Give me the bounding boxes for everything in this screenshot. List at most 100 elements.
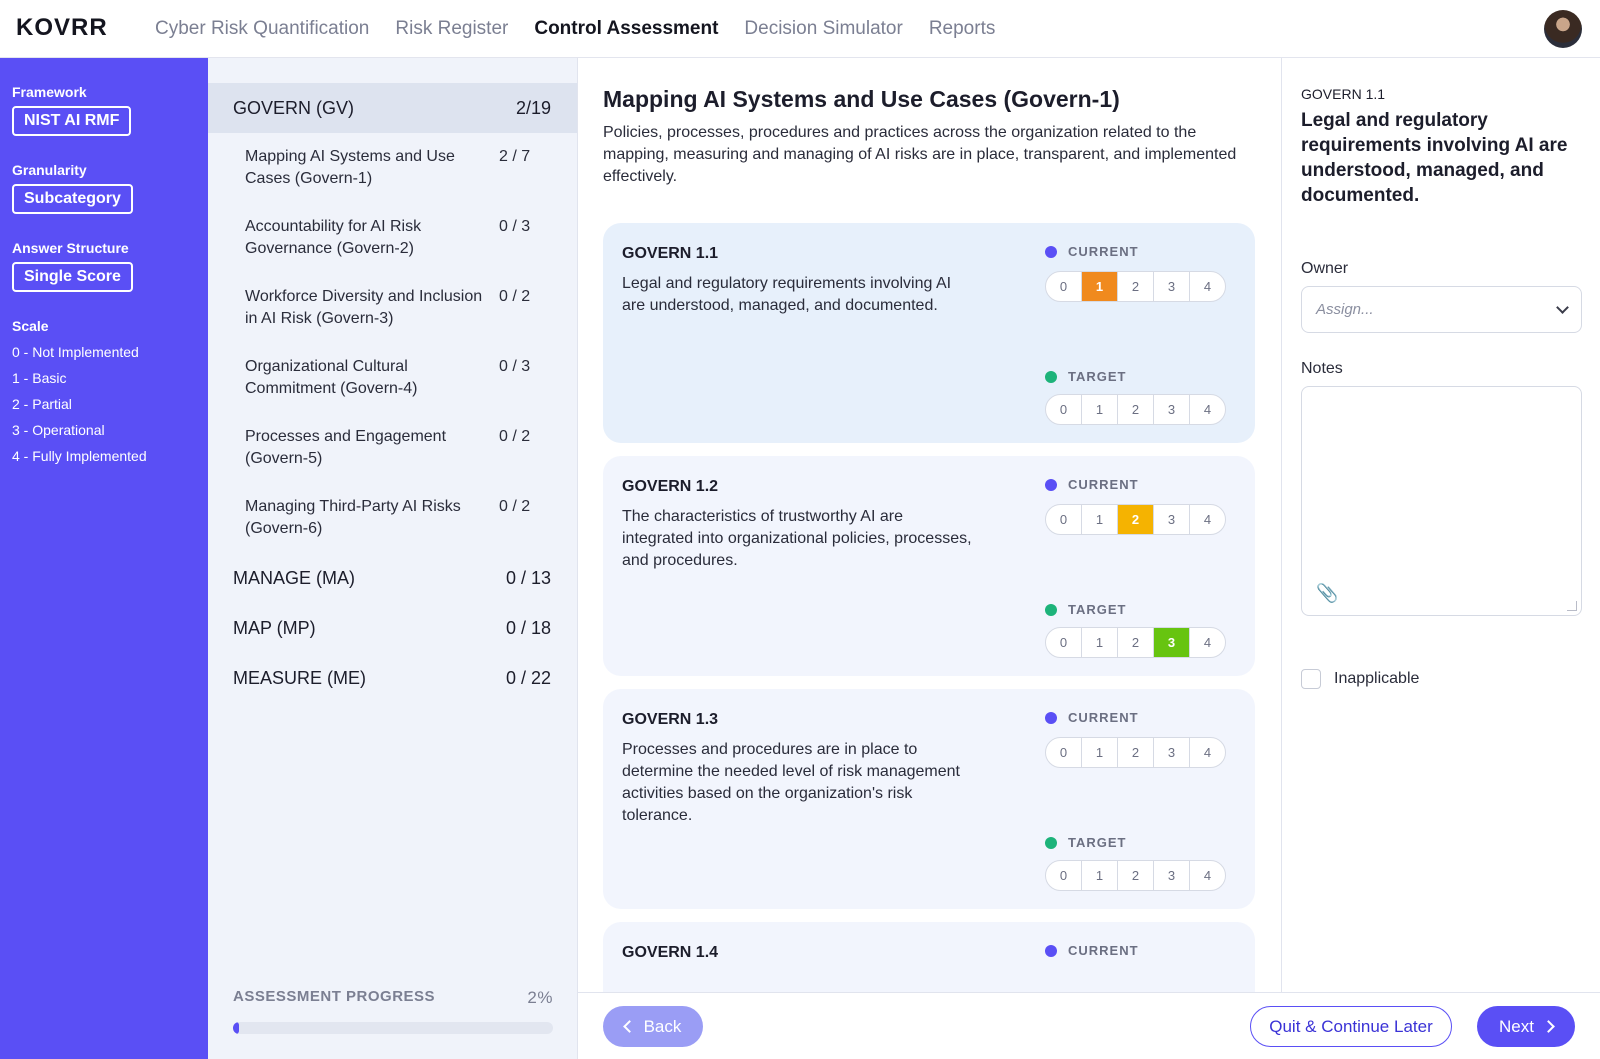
granularity-chip: Subcategory [12, 184, 133, 214]
subcategory-label: Mapping AI Systems and Use Cases (Govern… [245, 148, 455, 187]
target-score-option-0[interactable]: 0 [1046, 395, 1082, 424]
page-description: Policies, processes, procedures and prac… [603, 124, 1237, 185]
kovrr-logo[interactable]: KOVRR [16, 14, 108, 42]
notes-textarea[interactable]: 📎 [1301, 386, 1582, 616]
nav-risk-register[interactable]: Risk Register [395, 18, 508, 40]
assessment-progress: ASSESSMENT PROGRESS 2% [233, 988, 553, 1034]
current-score-option-3[interactable]: 3 [1154, 738, 1190, 767]
current-dot-icon [1045, 711, 1057, 724]
target-dot-icon [1045, 603, 1057, 616]
scale-item-3: 3 - Operational [12, 422, 105, 438]
target-label: TARGET [1045, 369, 1126, 384]
control-card-govern-1-3[interactable]: GOVERN 1.3 Processes and procedures are … [603, 689, 1255, 909]
current-label: CURRENT [1045, 943, 1139, 958]
subcategory-count: 0 / 2 [499, 498, 531, 515]
subcategory-govern-3[interactable]: Workforce Diversity and Inclusion in AI … [208, 273, 577, 343]
subcategory-label: Workforce Diversity and Inclusion in AI … [245, 288, 483, 327]
user-avatar[interactable] [1544, 10, 1582, 48]
target-score-option-4[interactable]: 4 [1190, 628, 1225, 657]
target-score-option-3[interactable]: 3 [1154, 628, 1190, 657]
current-score-option-1[interactable]: 1 [1082, 505, 1118, 534]
target-score-selector[interactable]: 01234 [1045, 860, 1226, 891]
target-score-option-4[interactable]: 4 [1190, 395, 1225, 424]
current-score-option-0[interactable]: 0 [1046, 738, 1082, 767]
main-nav: Cyber Risk Quantification Risk Register … [155, 18, 995, 40]
category-map-label: MAP (MP) [233, 617, 316, 638]
target-score-option-0[interactable]: 0 [1046, 861, 1082, 890]
category-manage-count: 0 / 13 [505, 567, 551, 588]
subcategory-govern-4[interactable]: Organizational Cultural Commitment (Gove… [208, 343, 577, 413]
control-card-govern-1-4[interactable]: GOVERN 1.4 CURRENT [603, 922, 1255, 993]
owner-placeholder: Assign... [1316, 301, 1374, 318]
current-label: CURRENT [1045, 244, 1139, 259]
notes-label: Notes [1301, 360, 1343, 377]
target-score-option-2[interactable]: 2 [1118, 628, 1154, 657]
target-score-selector[interactable]: 01234 [1045, 394, 1226, 425]
current-score-option-2[interactable]: 2 [1118, 505, 1154, 534]
category-manage[interactable]: MANAGE (MA) 0 / 13 [208, 553, 577, 603]
back-button[interactable]: Back [603, 1006, 703, 1047]
current-score-option-0[interactable]: 0 [1046, 272, 1082, 301]
answer-structure-chip: Single Score [12, 262, 133, 292]
subcategory-govern-6[interactable]: Managing Third-Party AI Risks (Govern-6)… [208, 483, 577, 553]
current-dot-icon [1045, 478, 1057, 491]
current-score-option-0[interactable]: 0 [1046, 505, 1082, 534]
target-score-option-2[interactable]: 2 [1118, 395, 1154, 424]
current-score-selector[interactable]: 01234 [1045, 271, 1226, 302]
scale-item-2: 2 - Partial [12, 396, 72, 412]
progress-percent: 2% [527, 988, 553, 1007]
paperclip-icon[interactable]: 📎 [1316, 583, 1338, 604]
current-score-option-3[interactable]: 3 [1154, 272, 1190, 301]
subcategory-count: 0 / 3 [499, 218, 531, 235]
current-score-option-4[interactable]: 4 [1190, 738, 1225, 767]
scale-item-0: 0 - Not Implemented [12, 344, 139, 360]
current-score-option-4[interactable]: 4 [1190, 272, 1225, 301]
current-label-text: CURRENT [1068, 710, 1139, 725]
next-button[interactable]: Next [1477, 1006, 1575, 1047]
category-measure[interactable]: MEASURE (ME) 0 / 22 [208, 653, 577, 703]
quit-continue-later-button[interactable]: Quit & Continue Later [1250, 1006, 1452, 1047]
category-map[interactable]: MAP (MP) 0 / 18 [208, 603, 577, 653]
target-score-option-1[interactable]: 1 [1082, 861, 1118, 890]
subcategory-count: 0 / 3 [499, 358, 531, 375]
target-score-selector[interactable]: 01234 [1045, 627, 1226, 658]
target-score-option-0[interactable]: 0 [1046, 628, 1082, 657]
subcategory-govern-2[interactable]: Accountability for AI Risk Governance (G… [208, 203, 577, 273]
current-score-option-3[interactable]: 3 [1154, 505, 1190, 534]
target-score-option-3[interactable]: 3 [1154, 395, 1190, 424]
control-card-govern-1-2[interactable]: GOVERN 1.2 The characteristics of trustw… [603, 456, 1255, 676]
current-label-text: CURRENT [1068, 244, 1139, 259]
category-manage-label: MANAGE (MA) [233, 567, 356, 588]
resize-handle-icon[interactable] [1567, 601, 1577, 611]
subcategory-govern-5[interactable]: Processes and Engagement (Govern-5) 0 / … [208, 413, 577, 483]
nav-decision-simulator[interactable]: Decision Simulator [744, 18, 902, 40]
current-score-selector[interactable]: 01234 [1045, 737, 1226, 768]
target-score-option-1[interactable]: 1 [1082, 628, 1118, 657]
current-score-option-1[interactable]: 1 [1082, 738, 1118, 767]
target-score-option-4[interactable]: 4 [1190, 861, 1225, 890]
subcategory-label: Accountability for AI Risk Governance (G… [245, 218, 422, 257]
subcategory-label: Managing Third-Party AI Risks (Govern-6) [245, 498, 461, 537]
nav-reports[interactable]: Reports [929, 18, 996, 40]
target-score-option-2[interactable]: 2 [1118, 861, 1154, 890]
nav-cyber-risk-quantification[interactable]: Cyber Risk Quantification [155, 18, 369, 40]
current-score-option-1[interactable]: 1 [1082, 272, 1118, 301]
category-measure-label: MEASURE (ME) [233, 667, 367, 688]
main-content: Mapping AI Systems and Use Cases (Govern… [578, 58, 1281, 993]
nav-control-assessment[interactable]: Control Assessment [534, 18, 718, 40]
category-govern[interactable]: GOVERN (GV) 2/19 [208, 83, 577, 133]
control-card-govern-1-1[interactable]: GOVERN 1.1 Legal and regulatory requirem… [603, 223, 1255, 443]
owner-select[interactable]: Assign... [1301, 286, 1582, 333]
target-label-text: TARGET [1068, 602, 1127, 617]
current-score-option-2[interactable]: 2 [1118, 272, 1154, 301]
subcategory-label: Processes and Engagement (Govern-5) [245, 428, 447, 467]
inapplicable-checkbox[interactable] [1301, 669, 1321, 689]
subcategory-govern-1[interactable]: Mapping AI Systems and Use Cases (Govern… [208, 133, 577, 203]
current-score-selector[interactable]: 01234 [1045, 504, 1226, 535]
assessment-settings-sidebar: Framework NIST AI RMF Granularity Subcat… [0, 58, 208, 1059]
current-score-option-4[interactable]: 4 [1190, 505, 1225, 534]
current-score-option-2[interactable]: 2 [1118, 738, 1154, 767]
target-score-option-1[interactable]: 1 [1082, 395, 1118, 424]
chevron-right-icon [1542, 1020, 1555, 1033]
target-score-option-3[interactable]: 3 [1154, 861, 1190, 890]
